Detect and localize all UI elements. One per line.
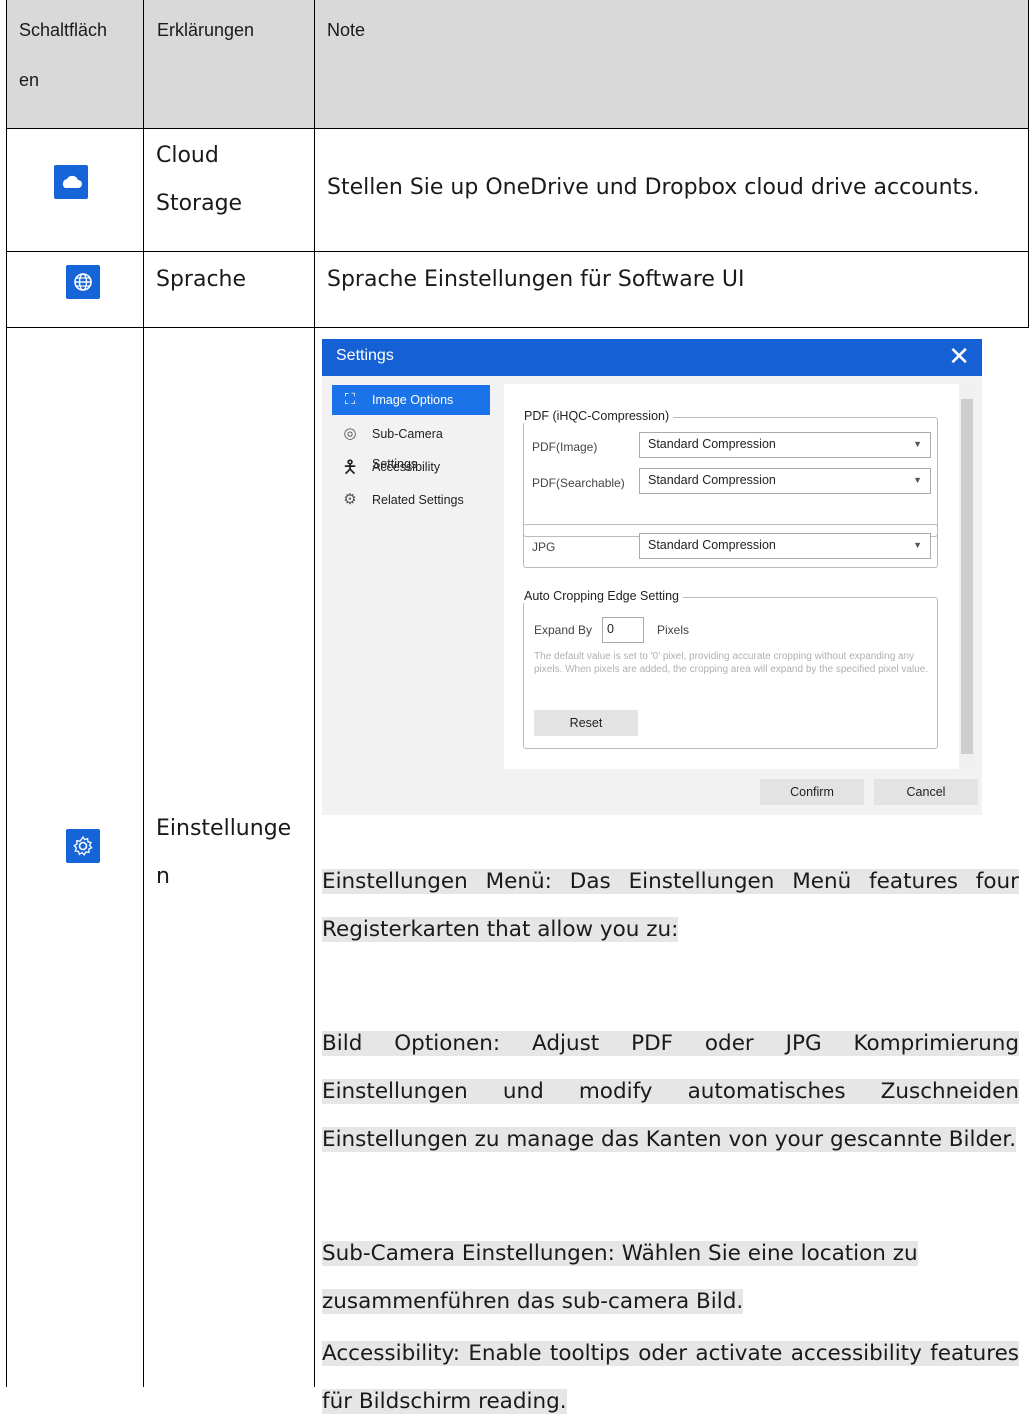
paragraph-text: Bild Optionen: Adjust PDF oder JPG Kompr… bbox=[322, 1031, 1019, 1152]
nav-label: Accessibility bbox=[372, 460, 441, 474]
pdf-image-select[interactable]: Standard Compression ▼ bbox=[639, 432, 931, 458]
cloud-storage-name: Cloud bbox=[156, 143, 219, 168]
cloud-storage-note: Stellen Sie up OneDrive und Dropbox clou… bbox=[327, 175, 980, 200]
auto-crop-group: Auto Cropping Edge Setting Expand By 0 P… bbox=[520, 589, 938, 749]
pdf-image-label: PDF(Image) bbox=[532, 440, 598, 454]
select-value: Standard Compression bbox=[648, 538, 776, 552]
nav-related-settings[interactable]: ⚙ Related Settings bbox=[332, 485, 490, 515]
dialog-titlebar: Settings ✕ bbox=[322, 339, 982, 376]
settings-dialog: Settings ✕ ⛶ Image Options ◎ Sub-Camera … bbox=[322, 339, 982, 815]
scrollbar[interactable] bbox=[959, 384, 975, 769]
nav-sub-camera-settings[interactable]: ◎ Sub-Camera Settings bbox=[332, 419, 490, 471]
header-buttons-cont: en bbox=[19, 70, 40, 90]
cloud-icon bbox=[54, 165, 88, 199]
jpg-select[interactable]: Standard Compression ▼ bbox=[639, 533, 931, 559]
chevron-down-icon: ▼ bbox=[913, 540, 922, 550]
paragraph-text: Accessibility: Enable tooltips oder acti… bbox=[322, 1341, 1019, 1414]
language-name: Sprache bbox=[156, 267, 247, 292]
pdf-group-caption: PDF (iHQC-Compression) bbox=[520, 409, 674, 423]
cancel-button[interactable]: Cancel bbox=[874, 779, 978, 805]
nav-accessibility[interactable]: 🯅 Accessibility bbox=[332, 452, 490, 482]
gear-icon: ⚙ bbox=[343, 491, 357, 508]
image-icon: ⛶ bbox=[344, 391, 356, 408]
image-options-paragraph: Bild Optionen: Adjust PDF oder JPG Kompr… bbox=[322, 1020, 1019, 1164]
sub-camera-paragraph: Sub-Camera Einstellungen: Wählen Sie ein… bbox=[322, 1230, 1019, 1326]
row-divider bbox=[7, 251, 1029, 252]
jpg-group: JPG Standard Compression ▼ bbox=[523, 524, 938, 568]
pdf-searchable-select[interactable]: Standard Compression ▼ bbox=[639, 468, 931, 494]
expand-by-input[interactable]: 0 bbox=[602, 617, 644, 643]
select-value: Standard Compression bbox=[648, 437, 776, 451]
cloud-storage-name-cont: Storage bbox=[156, 191, 243, 216]
expand-by-label: Expand By bbox=[534, 623, 593, 637]
pdf-searchable-label: PDF(Searchable) bbox=[532, 476, 625, 490]
row-divider bbox=[7, 128, 1029, 129]
header-explanations: Erklärungen bbox=[157, 20, 255, 40]
settings-menu-paragraph: Einstellungen Menü: Das Einstellungen Me… bbox=[322, 858, 1019, 954]
confirm-button[interactable]: Confirm bbox=[760, 779, 864, 805]
gear-icon bbox=[66, 829, 100, 863]
dialog-title: Settings bbox=[336, 347, 394, 364]
settings-name-cont: n bbox=[156, 864, 170, 889]
column-divider bbox=[143, 0, 144, 1387]
column-divider bbox=[1028, 0, 1029, 327]
select-value: Standard Compression bbox=[648, 473, 776, 487]
paragraph-text: Einstellungen Menü: Das Einstellungen Me… bbox=[322, 869, 1019, 942]
header-buttons: Schaltfläch bbox=[19, 20, 108, 40]
header-note: Note bbox=[327, 20, 366, 40]
chevron-down-icon: ▼ bbox=[913, 475, 922, 485]
reset-button[interactable]: Reset bbox=[534, 710, 638, 736]
input-value: 0 bbox=[607, 622, 614, 636]
accessibility-paragraph: Accessibility: Enable tooltips oder acti… bbox=[322, 1330, 1019, 1426]
language-note: Sprache Einstellungen für Software UI bbox=[327, 267, 745, 292]
crop-hint: The default value is set to '0' pixel, p… bbox=[534, 651, 929, 675]
chevron-down-icon: ▼ bbox=[913, 439, 922, 449]
pixels-unit: Pixels bbox=[657, 623, 690, 637]
camera-icon: ◎ bbox=[343, 425, 357, 442]
nav-image-options[interactable]: ⛶ Image Options bbox=[332, 385, 490, 415]
column-divider bbox=[314, 0, 315, 1387]
scrollbar-thumb[interactable] bbox=[961, 399, 973, 754]
settings-name: Einstellunge bbox=[156, 816, 292, 841]
nav-label: Image Options bbox=[372, 393, 454, 407]
globe-icon bbox=[66, 265, 100, 299]
row-divider bbox=[7, 327, 1029, 328]
jpg-label: JPG bbox=[532, 540, 556, 554]
image-options-panel: PDF (iHQC-Compression) PDF(Image) Standa… bbox=[504, 384, 959, 769]
nav-label: Related Settings bbox=[372, 493, 464, 507]
accessibility-icon: 🯅 bbox=[342, 457, 358, 477]
close-icon[interactable]: ✕ bbox=[948, 342, 970, 370]
auto-crop-caption: Auto Cropping Edge Setting bbox=[520, 589, 683, 603]
pdf-group: PDF (iHQC-Compression) PDF(Image) Standa… bbox=[520, 409, 938, 537]
paragraph-text: Sub-Camera Einstellungen: Wählen Sie ein… bbox=[322, 1241, 918, 1314]
